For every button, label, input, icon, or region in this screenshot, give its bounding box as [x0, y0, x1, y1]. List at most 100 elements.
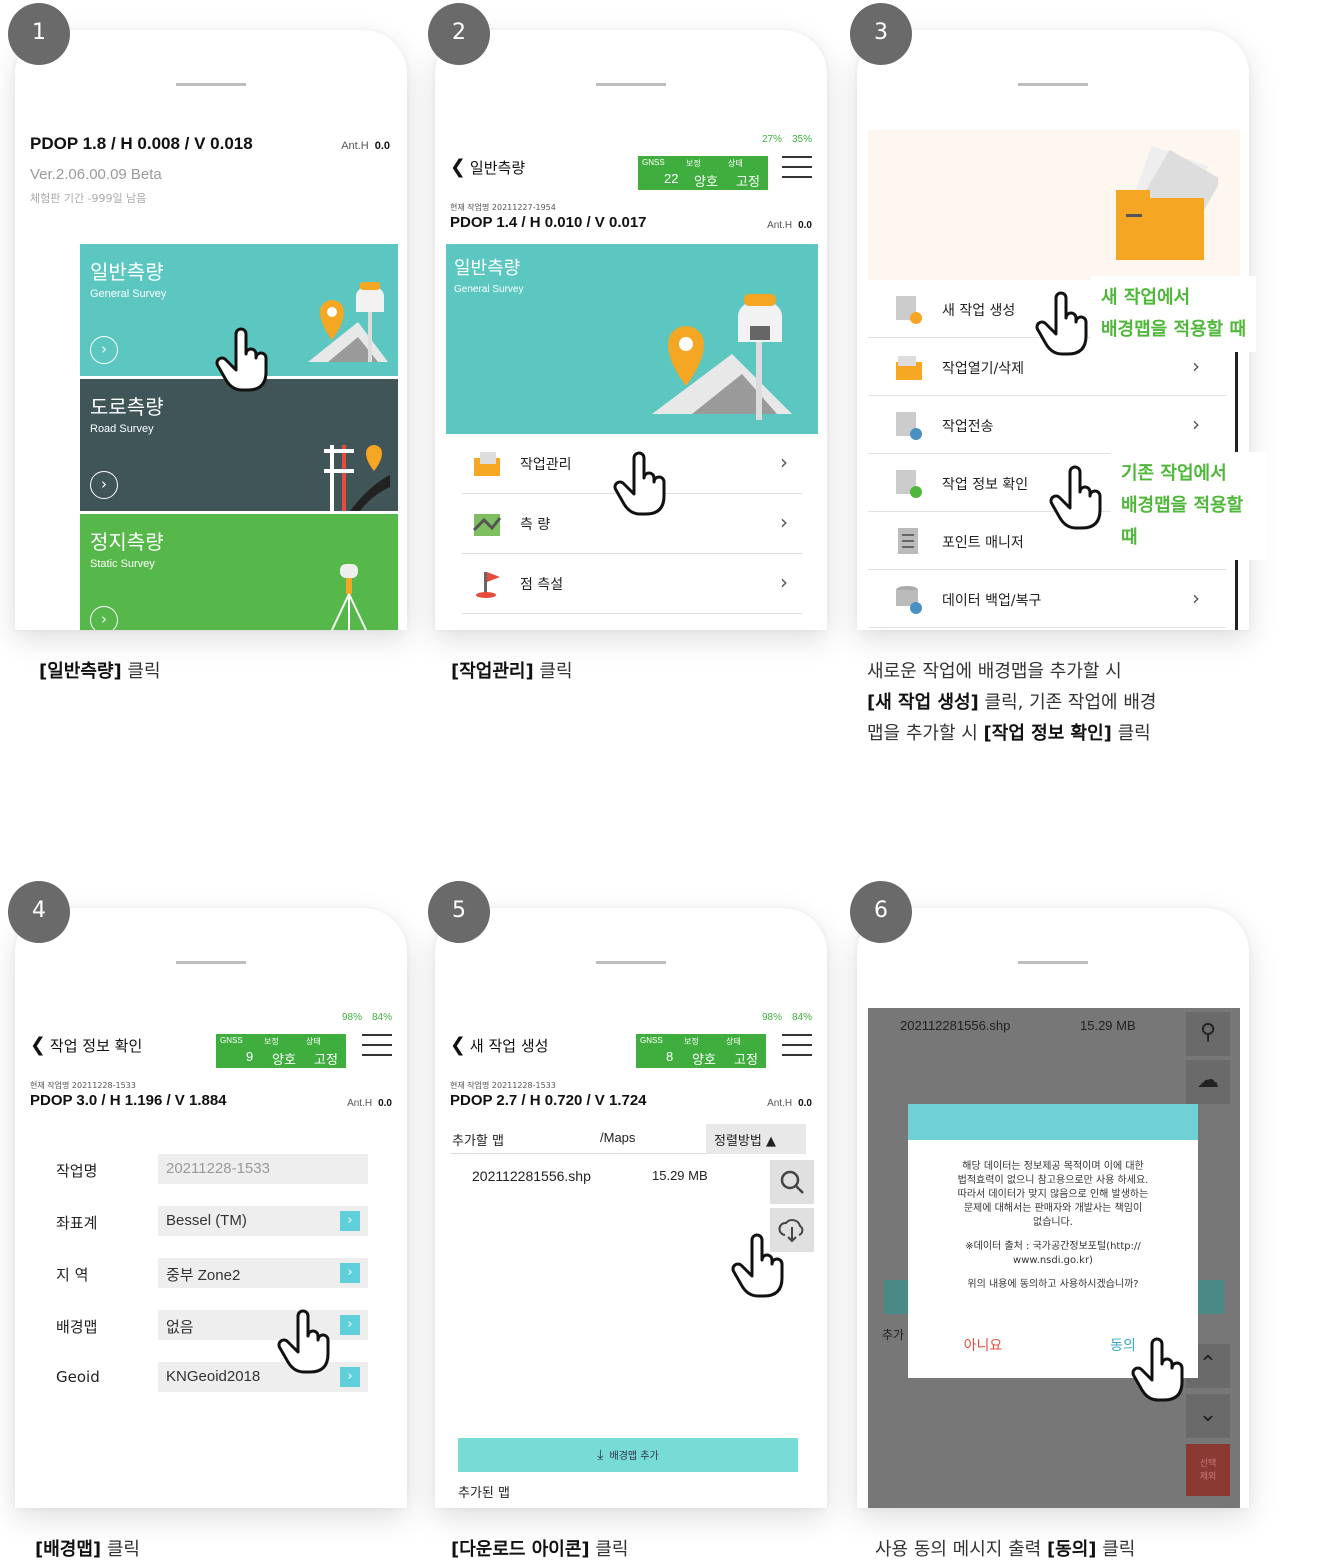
tap-hand-icon — [730, 1232, 790, 1300]
banner-subtitle: General Survey — [454, 284, 524, 295]
phone-frame: 27% 35% ❮ 일반측량 GNSS 22 보정 양호 상태 고정 현재 작업명 202… — [435, 30, 827, 630]
chevron-right-icon[interactable]: › — [340, 1211, 360, 1231]
tap-hand-icon — [214, 326, 274, 394]
menu-item-stakeout[interactable]: 점 측설 › — [462, 556, 802, 614]
pdop-readout: PDOP 1.8 / H 0.008 / V 0.018 — [30, 134, 253, 153]
tap-hand-icon — [612, 450, 672, 518]
dialog-message: 해당 데이터는 정보제공 목적이며 이에 대한 법적효력이 없으니 참고용으로만… — [957, 1161, 1149, 1290]
gnss-status-panel: GNSS 22 보정 양호 상태 고정 — [638, 156, 768, 190]
screen-main-menu: PDOP 1.8 / H 0.008 / V 0.018 Ant.H 0.0 Ve… — [26, 130, 398, 630]
coordinate-system-select[interactable]: Bessel (TM) — [158, 1206, 368, 1236]
back-button[interactable]: ❮ 새 작업 생성 — [450, 1034, 548, 1056]
hamburger-menu-icon[interactable] — [782, 156, 812, 180]
tripod-receiver-icon — [331, 564, 367, 630]
tap-hand-icon — [1130, 1336, 1190, 1404]
chevron-down-icon[interactable]: ⌄ — [1186, 1394, 1230, 1438]
search-icon[interactable] — [770, 1160, 814, 1204]
step-number-badge: 5 — [428, 881, 490, 943]
menu-item-backup-restore[interactable]: 데이터 백업/복구 › — [868, 570, 1226, 628]
arrow-circle-icon: › — [90, 471, 118, 499]
tap-hand-icon — [1034, 290, 1094, 358]
chevron-right-icon: › — [780, 510, 788, 534]
cloud-download-icon[interactable]: ☁ — [1186, 1060, 1230, 1104]
map-file-name[interactable]: 202112281556.shp — [472, 1168, 591, 1184]
column-folder-path: /Maps — [600, 1130, 636, 1145]
antenna-height: Ant.H 0.0 — [347, 1098, 392, 1109]
back-button[interactable]: ❮ 일반측량 — [450, 156, 525, 178]
region-select[interactable]: 중부 Zone2 — [158, 1258, 368, 1288]
map-file-size: 15.29 MB — [652, 1168, 708, 1183]
app-version: Ver.2.06.00.09 Beta — [30, 166, 162, 183]
survey-map-icon — [652, 294, 792, 420]
battery-status: 98% 84% — [761, 1012, 812, 1023]
search-icon[interactable]: ⚲ — [1186, 1012, 1230, 1056]
map-icon — [472, 514, 502, 536]
step-caption: [일반측량] 클릭 — [39, 661, 161, 682]
add-background-map-button[interactable]: ⤓ 배경맵 추가 — [458, 1438, 798, 1472]
screen-new-job: 98% 84% ❮ 새 작업 생성 GNSS 8 보정 양호 상태 고정 현재 작업명 2… — [446, 1008, 818, 1508]
step-1: PDOP 1.8 / H 0.008 / V 0.018 Ant.H 0.0 Ve… — [8, 3, 425, 682]
trial-period: 체험판 기간 -999일 남음 — [30, 192, 147, 205]
battery-status: 27% 35% — [761, 134, 812, 145]
background-map-select[interactable]: 없음 — [158, 1310, 368, 1340]
chevron-right-icon[interactable]: › — [340, 1263, 360, 1283]
speaker-notch — [176, 961, 246, 964]
job-name-input[interactable]: 20211228-1533 — [158, 1154, 368, 1184]
tile-subtitle: General Survey — [90, 288, 167, 300]
map-list-header: 추가할 맵 /Maps 정렬방법 ▲ — [450, 1124, 806, 1154]
speaker-notch — [1018, 961, 1088, 964]
chevron-right-icon: › — [1192, 354, 1200, 378]
antenna-height: Ant.H 0.0 — [767, 1098, 812, 1109]
tile-road-survey[interactable]: 도로측량 Road Survey › — [80, 379, 398, 511]
deselect-button[interactable]: 선택 제외 — [1186, 1444, 1230, 1496]
current-job: 현재 작업명 20211228-1533 — [30, 1081, 136, 1090]
chevron-right-icon[interactable]: › — [340, 1367, 360, 1387]
step-4: 98% 84% ❮ 작업 정보 확인 GNSS 9 보정 양호 상태 고정 현재 작업명 … — [8, 881, 425, 1560]
chevron-right-icon: › — [1192, 586, 1200, 610]
sort-button[interactable]: 정렬방법 ▲ — [706, 1124, 806, 1154]
speaker-notch — [596, 83, 666, 86]
current-job: 현재 작업명 20211228-1533 — [450, 1081, 556, 1090]
list-document-icon — [898, 528, 918, 554]
tile-static-survey[interactable]: 정지측량 Static Survey › — [80, 514, 398, 630]
tap-hand-icon — [1048, 464, 1108, 532]
hamburger-menu-icon[interactable] — [782, 1034, 812, 1058]
no-button[interactable]: 아니요 — [918, 1326, 1048, 1366]
step-6: 202112281556.shp 15.29 MB ⚲ ☁ 추가 ⌃ ⌄ 선택 … — [850, 881, 1267, 1560]
annotation-new-job: 새 작업에서 배경맵을 적용할 때 — [1091, 276, 1257, 352]
step-caption: 사용 동의 메시지 출력 [동의] 클릭 — [875, 1539, 1136, 1560]
antenna-height: Ant.H 0.0 — [341, 140, 390, 152]
arrow-circle-icon: › — [90, 336, 118, 364]
map-file-size: 15.29 MB — [1080, 1018, 1136, 1033]
step-caption: [작업관리] 클릭 — [451, 661, 573, 682]
dialog-title-bar — [908, 1104, 1198, 1140]
step-number-badge: 3 — [850, 3, 912, 65]
battery-status: 98% 84% — [341, 1012, 392, 1023]
new-document-icon — [896, 296, 922, 324]
step-caption: 새로운 작업에 배경맵을 추가할 시 [새 작업 생성] 클릭, 기존 작업에 … — [867, 661, 1157, 744]
pdop-readout: PDOP 1.4 / H 0.010 / V 0.017 — [450, 214, 647, 231]
menu-item-transfer[interactable]: 작업전송 › — [868, 396, 1226, 454]
tile-title: 정지측량 — [90, 530, 164, 554]
back-chevron-icon: ❮ — [30, 1034, 46, 1056]
hamburger-menu-icon[interactable] — [362, 1034, 392, 1058]
folder-illustration-icon — [1116, 146, 1218, 260]
flag-icon — [476, 572, 500, 598]
step-number-badge: 1 — [8, 3, 70, 65]
phone-frame: 98% 84% ❮ 새 작업 생성 GNSS 8 보정 양호 상태 고정 현재 작업명 2… — [435, 908, 827, 1508]
gnss-status-panel: GNSS 9 보정 양호 상태 고정 — [216, 1034, 346, 1068]
annotation-existing-job: 기존 작업에서 배경맵을 적용할 때 — [1111, 452, 1267, 560]
field-region: 지 역 중부 Zone2 › — [42, 1258, 382, 1288]
speaker-notch — [596, 961, 666, 964]
chevron-right-icon[interactable]: › — [340, 1315, 360, 1335]
column-maps-to-add: 추가할 맵 — [452, 1134, 504, 1149]
speaker-notch — [1018, 83, 1088, 86]
banner-title: 일반측량 — [454, 258, 521, 279]
field-job-name: 작업명 20211228-1533 — [42, 1154, 382, 1184]
geoid-select[interactable]: KNGeoid2018 — [158, 1362, 368, 1392]
arrow-circle-icon: › — [90, 606, 118, 630]
back-button[interactable]: ❮ 작업 정보 확인 — [30, 1034, 142, 1056]
tap-hand-icon — [276, 1308, 336, 1376]
back-chevron-icon: ❮ — [450, 156, 466, 178]
back-chevron-icon: ❮ — [450, 1034, 466, 1056]
